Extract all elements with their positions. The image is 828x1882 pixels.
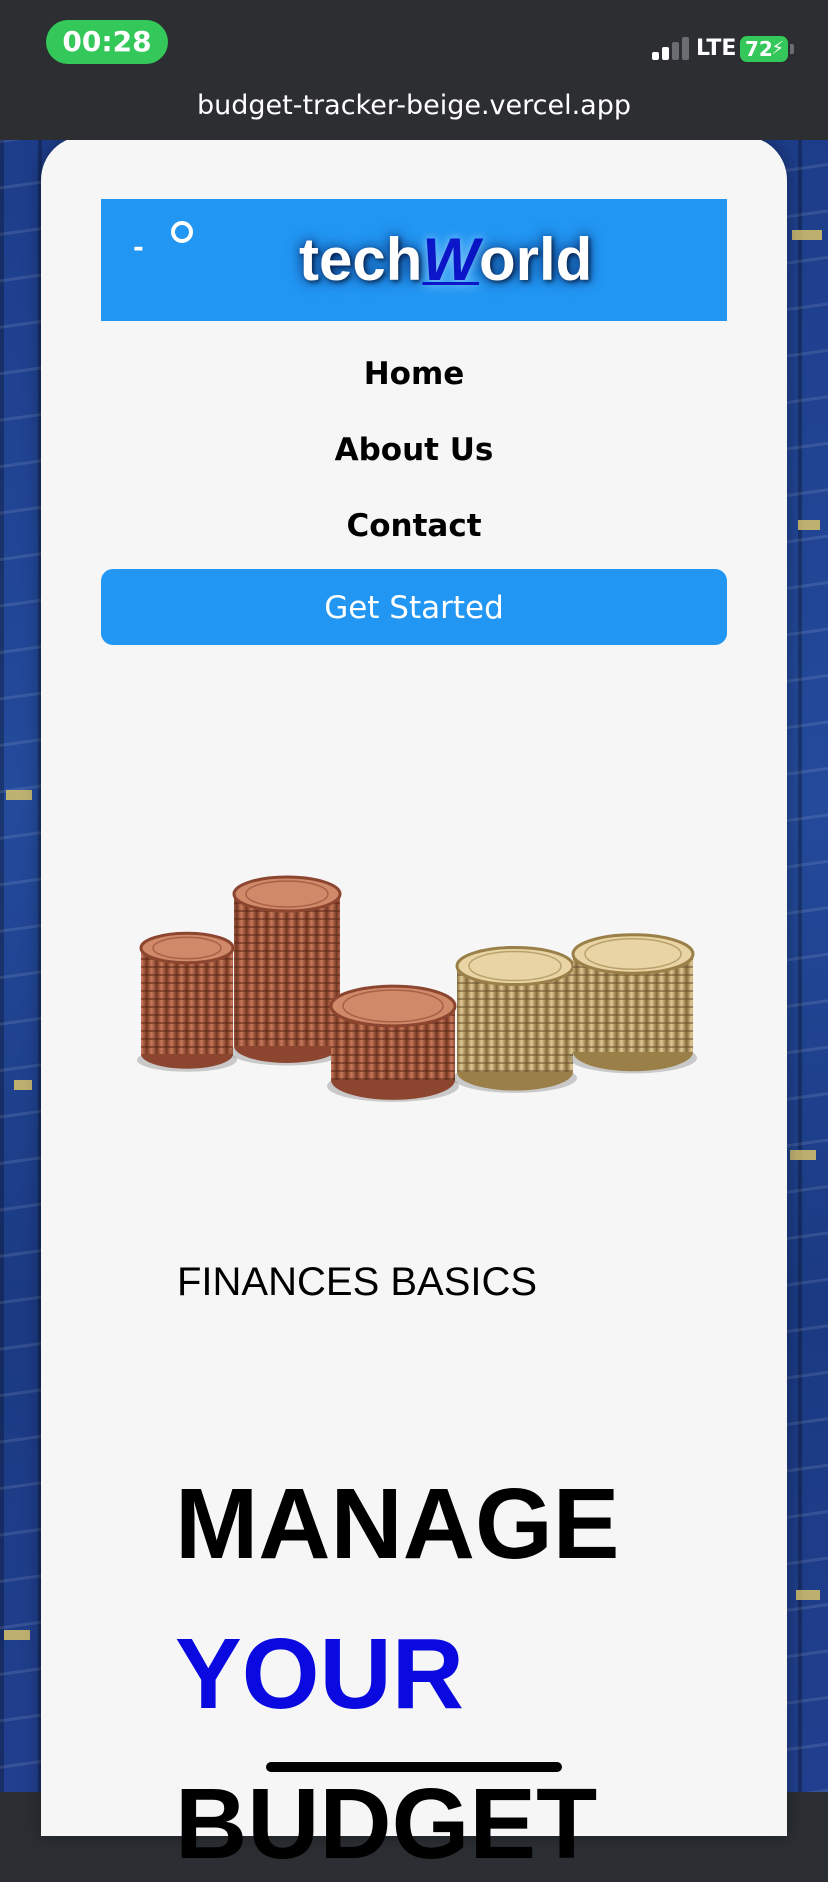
address-bar-url[interactable]: budget-tracker-beige.vercel.app xyxy=(0,88,828,124)
hero-headline-line-3: BUDGET xyxy=(175,1768,598,1880)
site-header: - techWorld xyxy=(101,199,727,321)
coin-stack-1 xyxy=(137,931,237,1072)
hero-headline-line-1: MANAGE xyxy=(175,1468,620,1580)
menu-dash-icon[interactable]: - xyxy=(133,233,144,263)
charging-bolt-icon: ⚡ xyxy=(771,38,784,59)
battery-cap xyxy=(790,44,794,54)
nav-contact[interactable]: Contact xyxy=(101,488,727,564)
coin-stack-2 xyxy=(230,875,344,1066)
coin-stack-5 xyxy=(569,933,697,1074)
nav-home[interactable]: Home xyxy=(101,336,727,412)
logo-suffix: orld xyxy=(479,226,593,293)
browser-chrome: 00:28 LTE 72 ⚡ budget-tracker-beige.verc… xyxy=(0,0,828,140)
battery-icon: 72 ⚡ xyxy=(740,36,788,62)
status-time: 00:28 xyxy=(46,20,168,64)
nav-about-us[interactable]: About Us xyxy=(101,412,727,488)
hero-eyebrow: FINANCES BASICS xyxy=(177,1260,538,1304)
main-card: - techWorld Home About Us Contact Get St… xyxy=(41,136,787,1880)
coin-stacks-image xyxy=(137,875,697,1102)
cellular-signal-icon xyxy=(652,36,692,60)
coin-stack-3 xyxy=(327,984,459,1102)
logo-prefix: tech xyxy=(299,226,423,293)
home-indicator xyxy=(266,1762,562,1772)
get-started-button[interactable]: Get Started xyxy=(101,569,727,645)
main-nav: Home About Us Contact xyxy=(101,336,727,564)
network-type: LTE xyxy=(696,36,737,61)
site-logo[interactable]: techWorld xyxy=(299,227,592,293)
logo-accent: W xyxy=(422,226,480,293)
ring-icon xyxy=(171,221,193,243)
coin-stack-4 xyxy=(453,945,577,1093)
hero-headline-line-2: YOUR xyxy=(175,1618,464,1730)
